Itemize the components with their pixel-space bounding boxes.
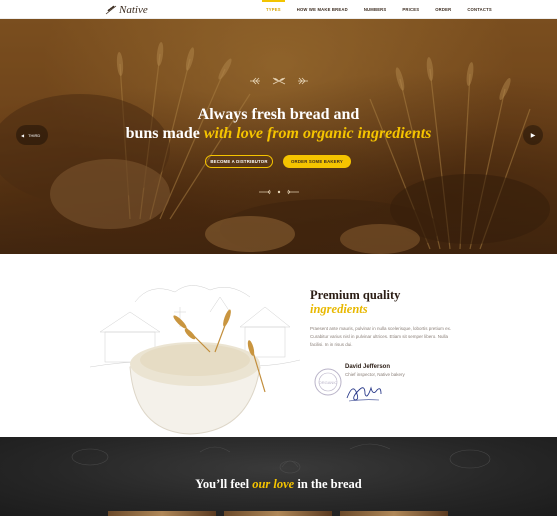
wheat-logo-icon <box>105 5 117 15</box>
hero-title-plain: buns made <box>125 125 204 142</box>
main-nav: TYPES HOW WE MAKE BREAD NUMBERS PRICES O… <box>258 0 500 19</box>
slider-prev-label: THIRD <box>28 132 41 138</box>
hero-slider: Always fresh bread and buns made with lo… <box>0 19 557 254</box>
divider-ornament-icon <box>259 189 299 195</box>
site-header: Native TYPES HOW WE MAKE BREAD NUMBERS P… <box>0 0 557 19</box>
premium-section: Premium quality ingredients Praesent ant… <box>0 254 557 437</box>
slider-next-button[interactable]: ▶ <box>523 125 543 145</box>
wheat-ornament-icon <box>250 77 308 85</box>
bread-thumbnail[interactable] <box>224 511 332 516</box>
bread-thumbnail[interactable] <box>108 511 216 516</box>
organic-stamp-image: ORGANIC <box>314 368 342 396</box>
hero-title-highlight: with love from organic ingredients <box>203 125 432 142</box>
logo[interactable]: Native <box>105 3 148 17</box>
nav-item-numbers[interactable]: NUMBERS <box>356 0 395 19</box>
nav-item-types[interactable]: TYPES <box>258 0 289 19</box>
love-title-highlight: our love <box>252 477 295 491</box>
nav-item-how-we-make-bread[interactable]: HOW WE MAKE BREAD <box>289 0 356 19</box>
slider-prev-button[interactable]: ◀ THIRD <box>16 125 48 145</box>
nav-item-prices[interactable]: PRICES <box>394 0 427 19</box>
hero-title-line2: buns made with love from organic ingredi… <box>0 124 557 143</box>
love-title-start: You’ll feel <box>195 477 253 491</box>
nav-item-order[interactable]: ORDER <box>427 0 459 19</box>
signature-image <box>346 386 382 402</box>
love-section: You’ll feel our love in the bread <box>0 437 557 516</box>
bread-thumbnail[interactable] <box>340 511 448 516</box>
inspector-name: David Jefferson <box>345 364 391 370</box>
nav-item-contacts[interactable]: CONTACTS <box>459 0 500 19</box>
premium-description: Praesent ante mauris, pulvinar in nulla … <box>310 326 452 347</box>
hero-title-line1: Always fresh bread and <box>197 106 360 123</box>
inspector-role: Chief inspector, Native bakery <box>345 372 405 377</box>
premium-subtitle: ingredients <box>310 302 368 316</box>
become-distributor-button[interactable]: BECOME A DISTRIBUTOR <box>205 155 273 168</box>
logo-text: Native <box>119 4 148 16</box>
premium-title: Premium quality <box>310 288 401 302</box>
love-title: You’ll feel our love in the bread <box>0 477 557 492</box>
stamp-text: ORGANIC <box>319 380 338 385</box>
chevron-left-icon: ◀ <box>21 132 25 138</box>
flour-sack-image <box>90 285 300 435</box>
chevron-right-icon: ▶ <box>530 132 536 139</box>
order-bakery-button[interactable]: ORDER SOME BAKERY <box>283 155 351 168</box>
hero-title: Always fresh bread and buns made with lo… <box>0 105 557 143</box>
love-title-end: in the bread <box>294 477 362 491</box>
